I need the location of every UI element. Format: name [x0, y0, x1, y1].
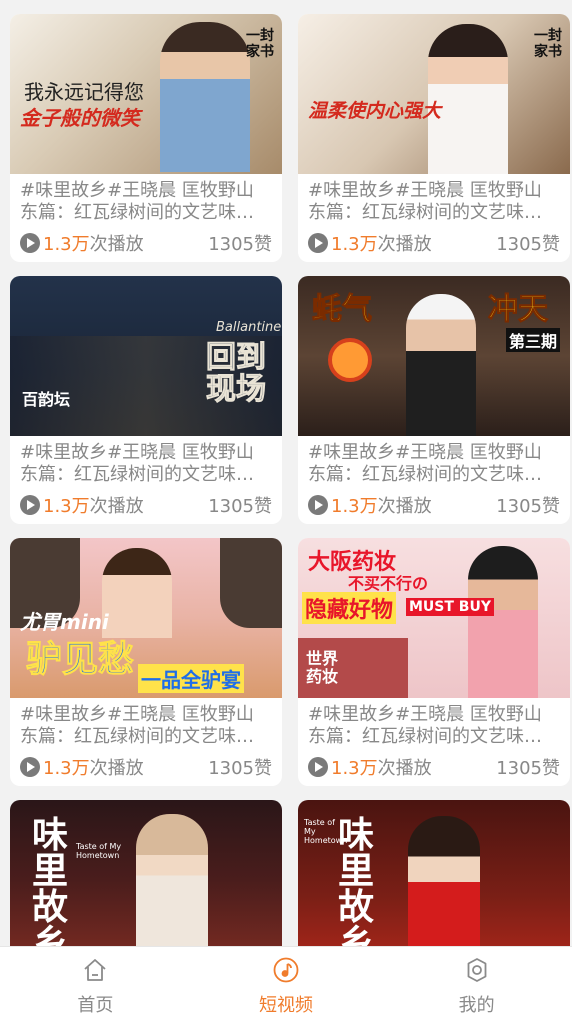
play-count: 1.3万 次播放	[308, 754, 432, 780]
like-count: 1305赞	[208, 496, 272, 517]
video-card[interactable]: 蚝气 冲天 第三期 #味里故乡#王晓晨 匡牧野山 东篇：红瓦绿树间的文艺味… 1…	[298, 276, 570, 524]
video-thumbnail[interactable]: 我永远记得您 金子般的微笑 一封家书	[10, 14, 282, 174]
video-thumbnail[interactable]: Ballantine's 回到现场 百韵坛	[10, 276, 282, 436]
play-icon	[308, 757, 328, 777]
video-card[interactable]: 我永远记得您 金子般的微笑 一封家书 #味里故乡#王晓晨 匡牧野山 东篇：红瓦绿…	[10, 14, 282, 262]
play-icon	[308, 495, 328, 515]
video-title[interactable]: #味里故乡#王晓晨 匡牧野山 东篇：红瓦绿树间的文艺味…	[20, 442, 272, 486]
like-count: 1305赞	[208, 758, 272, 779]
video-card[interactable]: 大阪药妆 不买不行の 隐藏好物 MUST BUY 世界药妆 #味里故乡#王晓晨 …	[298, 538, 570, 786]
thumbnail-caption: 味里故乡	[32, 815, 69, 947]
video-card[interactable]: Ballantine's 回到现场 百韵坛 #味里故乡#王晓晨 匡牧野山 东篇：…	[10, 276, 282, 524]
thumbnail-caption: 百韵坛	[22, 390, 71, 409]
thumbnail-caption: 蚝气	[312, 292, 373, 328]
tab-label: 首页	[77, 995, 114, 1016]
thumbnail-badge: 一封家书	[246, 28, 274, 60]
play-count: 1.3万 次播放	[20, 230, 144, 256]
video-title[interactable]: #味里故乡#王晓晨 匡牧野山 东篇：红瓦绿树间的文艺味…	[20, 704, 272, 748]
tab-mine[interactable]: 我的	[381, 947, 572, 1018]
play-count: 1.3万 次播放	[308, 230, 432, 256]
video-card[interactable]: 温柔使内心强大 一封家书 #味里故乡#王晓晨 匡牧野山 东篇：红瓦绿树间的文艺味…	[298, 14, 570, 262]
video-grid: 我永远记得您 金子般的微笑 一封家书 #味里故乡#王晓晨 匡牧野山 东篇：红瓦绿…	[10, 14, 570, 946]
thumbnail-caption: MUST BUY	[406, 598, 494, 616]
thumbnail-caption: Taste of My Hometown	[304, 818, 348, 845]
play-count: 1.3万 次播放	[308, 492, 432, 518]
play-icon	[20, 757, 40, 777]
thumbnail-caption: Ballantine's	[216, 320, 282, 335]
thumbnail-caption: Taste of My Hometown	[76, 842, 122, 860]
thumbnail-caption: 隐藏好物	[302, 592, 397, 624]
bottom-tab-bar: 首页 短视频 我的	[0, 946, 572, 1018]
like-count: 1305赞	[208, 234, 272, 255]
video-card[interactable]: 尤胃mini 驴见愁 一品全驴宴 #味里故乡#王晓晨 匡牧野山 东篇：红瓦绿树间…	[10, 538, 282, 786]
thumbnail-caption: 第三期	[506, 328, 561, 352]
like-count: 1305赞	[496, 758, 560, 779]
video-title[interactable]: #味里故乡#王晓晨 匡牧野山 东篇：红瓦绿树间的文艺味…	[308, 704, 560, 748]
thumbnail-caption: 冲天	[488, 292, 549, 328]
play-icon	[20, 495, 40, 515]
thumbnail-badge: 一封家书	[534, 28, 562, 60]
video-title[interactable]: #味里故乡#王晓晨 匡牧野山 东篇：红瓦绿树间的文艺味…	[20, 180, 272, 224]
tab-label: 我的	[458, 995, 495, 1016]
play-count: 1.3万 次播放	[20, 754, 144, 780]
thumbnail-caption: 金子般的微笑	[20, 106, 140, 130]
play-icon	[20, 233, 40, 253]
video-title[interactable]: #味里故乡#王晓晨 匡牧野山 东篇：红瓦绿树间的文艺味…	[308, 180, 560, 224]
video-thumbnail[interactable]: 大阪药妆 不买不行の 隐藏好物 MUST BUY 世界药妆	[298, 538, 570, 698]
play-count: 1.3万 次播放	[20, 492, 144, 518]
tab-short-video[interactable]: 短视频	[191, 947, 382, 1018]
tab-label: 短视频	[259, 995, 313, 1016]
video-card[interactable]: 味里故乡 Taste of My Hometown	[298, 800, 570, 946]
thumbnail-caption: 我永远记得您	[24, 80, 144, 104]
tab-home[interactable]: 首页	[0, 947, 191, 1018]
thumbnail-caption: 回到现场	[206, 340, 267, 407]
thumbnail-caption: 不买不行の	[348, 574, 429, 593]
video-thumbnail[interactable]: 蚝气 冲天 第三期	[298, 276, 570, 436]
gear-icon	[467, 958, 487, 982]
video-title[interactable]: #味里故乡#王晓晨 匡牧野山 东篇：红瓦绿树间的文艺味…	[308, 442, 560, 486]
video-thumbnail[interactable]: 味里故乡 Taste of My Hometown	[10, 800, 282, 946]
thumbnail-caption: 世界药妆	[306, 649, 339, 686]
like-count: 1305赞	[496, 234, 560, 255]
video-card[interactable]: 味里故乡 Taste of My Hometown	[10, 800, 282, 946]
video-thumbnail[interactable]: 温柔使内心强大 一封家书	[298, 14, 570, 174]
thumbnail-caption: 一品全驴宴	[138, 664, 244, 693]
home-icon	[84, 959, 106, 981]
thumbnail-caption: 温柔使内心强大	[308, 100, 442, 122]
like-count: 1305赞	[496, 496, 560, 517]
video-feed[interactable]: 我永远记得您 金子般的微笑 一封家书 #味里故乡#王晓晨 匡牧野山 东篇：红瓦绿…	[0, 0, 572, 946]
video-thumbnail[interactable]: 味里故乡 Taste of My Hometown	[298, 800, 570, 946]
music-note-icon	[273, 957, 299, 983]
thumbnail-caption: 驴见愁	[25, 639, 135, 681]
video-thumbnail[interactable]: 尤胃mini 驴见愁 一品全驴宴	[10, 538, 282, 698]
play-icon	[308, 233, 328, 253]
